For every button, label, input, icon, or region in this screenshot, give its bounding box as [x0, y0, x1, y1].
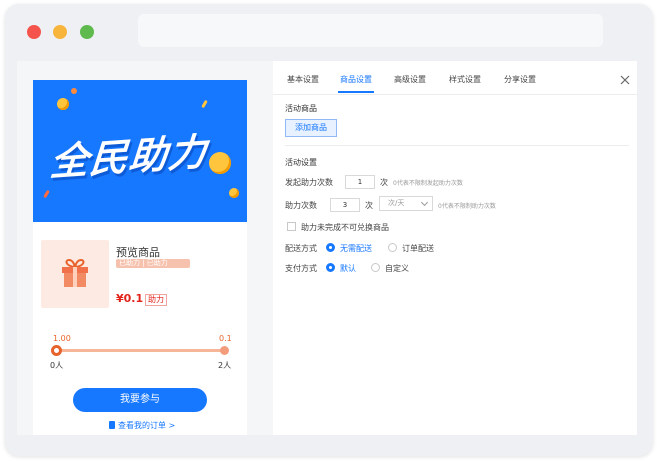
assist-period-value: 次/天 [388, 199, 405, 207]
section-divider [285, 145, 629, 146]
coin-decoration [229, 188, 239, 198]
phone-preview: 全民助力 预览商品 已助力 | 已助力 ¥0.1 助力 1.00 0.1 0人 … [33, 80, 247, 435]
window-maximize-dot[interactable] [80, 25, 94, 39]
address-bar[interactable] [138, 14, 603, 47]
progress-end-people: 2人 [218, 361, 232, 370]
exchange-checkbox-label: 助力未完成不可兑换商品 [301, 223, 389, 232]
chevron-down-icon [420, 198, 429, 207]
app-window: 全民助力 预览商品 已助力 | 已助力 ¥0.1 助力 1.00 0.1 0人 … [17, 61, 637, 435]
tab-style-settings[interactable]: 样式设置 [449, 74, 481, 85]
product-title: 预览商品 [116, 246, 160, 259]
gift-icon [62, 258, 88, 287]
delivery-radio-none[interactable] [326, 243, 335, 252]
delivery-option-order[interactable]: 订单配送 [402, 243, 434, 254]
price-badge: 助力 [145, 294, 167, 306]
preview-panel: 全民助力 预览商品 已助力 | 已助力 ¥0.1 助力 1.00 0.1 0人 … [17, 61, 273, 435]
window-close-dot[interactable] [27, 25, 41, 39]
tab-basic-settings[interactable]: 基本设置 [287, 74, 319, 85]
banner-title: 全民助力 [48, 129, 209, 185]
view-orders-link[interactable]: 查看我的订单 > [109, 420, 175, 431]
coin-decoration [71, 88, 77, 94]
assist-count-hint: 0代表不限制助力次数 [438, 203, 496, 210]
spark-decoration [43, 189, 50, 199]
product-tags: 已助力 | 已助力 [116, 259, 190, 268]
exchange-checkbox[interactable] [287, 222, 296, 231]
add-product-button[interactable]: 添加商品 [285, 119, 337, 137]
browser-frame: 全民助力 预览商品 已助力 | 已助力 ¥0.1 助力 1.00 0.1 0人 … [5, 4, 653, 456]
initiate-count-unit: 次 [380, 178, 388, 187]
progress-start-people: 0人 [50, 361, 64, 370]
payment-radio-default[interactable] [326, 263, 335, 272]
initiate-count-hint: 0代表不限制发起助力次数 [393, 180, 463, 187]
delivery-label: 配送方式 [285, 244, 317, 253]
progress-start-node [51, 345, 62, 356]
settings-panel: 基本设置 商品设置 高级设置 样式设置 分享设置 活动商品 添加商品 活动设置 … [273, 61, 637, 435]
payment-option-custom[interactable]: 自定义 [385, 263, 409, 274]
assist-count-label: 助力次数 [285, 201, 317, 210]
tab-advanced-settings[interactable]: 高级设置 [394, 74, 426, 85]
product-image [41, 240, 109, 308]
settings-tabs: 基本设置 商品设置 高级设置 样式设置 分享设置 [273, 61, 637, 95]
initiate-count-label: 发起助力次数 [285, 178, 333, 187]
tab-product-settings[interactable]: 商品设置 [340, 74, 372, 85]
initiate-count-input[interactable]: 1 [345, 175, 375, 189]
delivery-radio-order[interactable] [388, 243, 397, 252]
activity-product-title: 活动商品 [285, 104, 317, 113]
view-orders-label: 查看我的订单 > [118, 421, 176, 430]
delivery-option-none[interactable]: 无需配送 [340, 243, 372, 254]
active-tab-indicator [338, 91, 374, 93]
tab-share-settings[interactable]: 分享设置 [504, 74, 536, 85]
coin-decoration [57, 98, 69, 110]
close-icon[interactable] [619, 74, 631, 86]
payment-label: 支付方式 [285, 264, 317, 273]
join-button[interactable]: 我要参与 [73, 388, 207, 412]
payment-option-default[interactable]: 默认 [340, 263, 356, 274]
payment-radio-custom[interactable] [371, 263, 380, 272]
spark-decoration [201, 99, 208, 109]
progress-start-price: 1.00 [53, 334, 71, 343]
product-price: ¥0.1 [116, 292, 144, 305]
product-card[interactable]: 预览商品 已助力 | 已助力 ¥0.1 助力 [41, 240, 241, 310]
progress-end-price: 0.1 [219, 334, 232, 343]
assist-count-unit: 次 [365, 201, 373, 210]
window-minimize-dot[interactable] [53, 25, 67, 39]
progress-end-node [220, 346, 229, 355]
document-icon [109, 421, 115, 429]
coin-decoration [209, 152, 231, 174]
activity-settings-title: 活动设置 [285, 158, 317, 167]
assist-count-input[interactable]: 3 [330, 198, 360, 212]
progress-track [55, 349, 226, 352]
assist-period-select[interactable]: 次/天 [379, 196, 433, 211]
activity-banner: 全民助力 [33, 80, 247, 222]
